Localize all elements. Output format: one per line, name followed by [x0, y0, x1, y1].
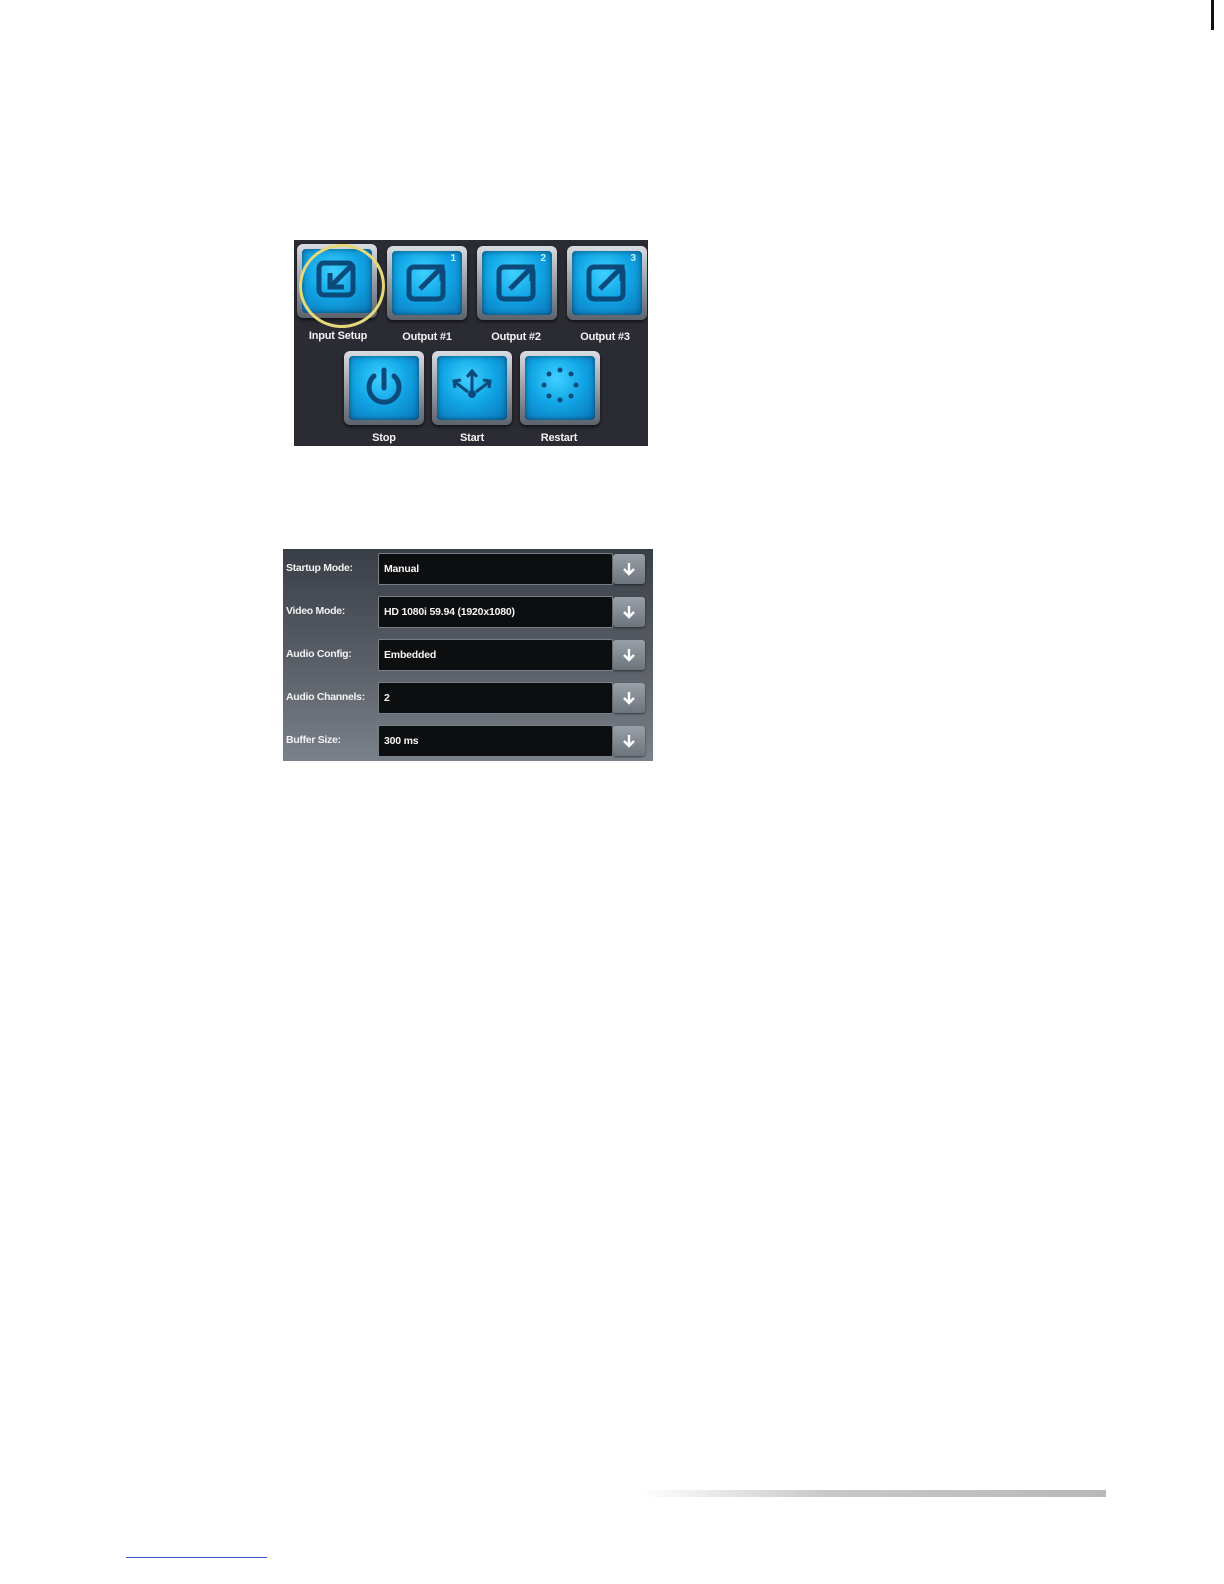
- audio-channels-row: Audio Channels: 2: [283, 680, 653, 714]
- arrow-down-icon: [623, 692, 635, 705]
- power-icon: [366, 367, 402, 405]
- input-setup-button[interactable]: [297, 244, 377, 318]
- output-3-button[interactable]: 3: [567, 246, 647, 320]
- startup-mode-value: Manual: [384, 563, 419, 575]
- settings-panel: Startup Mode: Manual Video Mode: HD 1080…: [283, 549, 653, 761]
- output-badge: 3: [630, 253, 636, 264]
- audio-config-value: Embedded: [384, 649, 437, 661]
- output-badge: 2: [540, 253, 546, 264]
- page-edge-line: [1211, 0, 1214, 30]
- start-arrows-icon: [452, 368, 492, 398]
- control-buttons-panel: Input Setup 1 Output #1 2 Output #2 3 Ou…: [294, 240, 648, 446]
- buffer-size-dropdown-button[interactable]: [613, 726, 645, 756]
- audio-config-label: Audio Config:: [286, 648, 352, 660]
- output-3-label: Output #3: [580, 331, 630, 343]
- start-button[interactable]: [432, 351, 512, 425]
- restart-button[interactable]: [520, 351, 600, 425]
- video-mode-dropdown-button[interactable]: [613, 597, 645, 627]
- input-arrow-icon: [316, 260, 356, 298]
- arrow-down-icon: [623, 649, 635, 662]
- video-mode-row: Video Mode: HD 1080i 59.94 (1920x1080): [283, 594, 653, 628]
- startup-mode-row: Startup Mode: Manual: [283, 551, 653, 585]
- buffer-size-row: Buffer Size: 300 ms: [283, 723, 653, 757]
- start-label: Start: [459, 432, 485, 444]
- buffer-size-select[interactable]: 300 ms: [378, 725, 613, 757]
- restart-label: Restart: [540, 432, 578, 444]
- audio-channels-value: 2: [384, 692, 390, 704]
- audio-config-dropdown-button[interactable]: [613, 640, 645, 670]
- arrow-down-icon: [623, 606, 635, 619]
- startup-mode-select[interactable]: Manual: [378, 553, 613, 585]
- output-2-button[interactable]: 2: [477, 246, 557, 320]
- output-badge: 1: [450, 253, 456, 264]
- buffer-size-label: Buffer Size:: [286, 734, 341, 746]
- startup-mode-dropdown-button[interactable]: [613, 554, 645, 584]
- output-1-button[interactable]: 1: [387, 246, 467, 320]
- video-mode-value: HD 1080i 59.94 (1920x1080): [384, 606, 515, 618]
- audio-channels-dropdown-button[interactable]: [613, 683, 645, 713]
- stop-label: Stop: [372, 432, 396, 444]
- audio-channels-select[interactable]: 2: [378, 682, 613, 714]
- output-2-label: Output #2: [491, 331, 541, 343]
- video-mode-label: Video Mode:: [286, 605, 345, 617]
- restart-dots-icon: [541, 367, 579, 403]
- input-setup-label: Input Setup: [308, 330, 368, 342]
- arrow-down-icon: [623, 563, 635, 576]
- video-mode-select[interactable]: HD 1080i 59.94 (1920x1080): [378, 596, 613, 628]
- output-1-label: Output #1: [402, 331, 452, 343]
- audio-config-select[interactable]: Embedded: [378, 639, 613, 671]
- audio-config-row: Audio Config: Embedded: [283, 637, 653, 671]
- audio-channels-label: Audio Channels:: [286, 691, 365, 703]
- stop-button[interactable]: [344, 351, 424, 425]
- arrow-down-icon: [623, 735, 635, 748]
- buffer-size-value: 300 ms: [384, 735, 419, 747]
- footer-link-underline: [126, 1557, 267, 1558]
- footer-divider: [640, 1490, 1106, 1497]
- startup-mode-label: Startup Mode:: [286, 562, 353, 574]
